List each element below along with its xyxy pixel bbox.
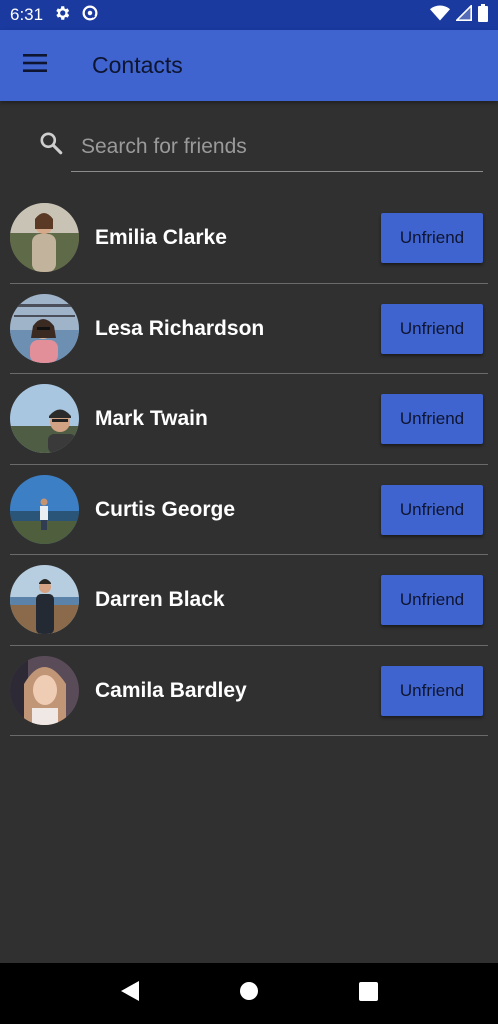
menu-button[interactable]: [0, 30, 70, 101]
battery-icon: [478, 3, 488, 27]
avatar: [10, 384, 79, 453]
contact-list: Emilia Clarke Unfriend Lesa Richardson U…: [0, 193, 498, 736]
contact-row: Camila Bardley Unfriend: [0, 646, 498, 737]
contact-row: Darren Black Unfriend: [0, 555, 498, 646]
contact-name: Lesa Richardson: [95, 316, 265, 340]
contact-row: Lesa Richardson Unfriend: [0, 284, 498, 375]
home-icon: [239, 981, 259, 1006]
page-title: Contacts: [92, 52, 183, 78]
status-bar: 6:31: [0, 0, 498, 30]
avatar: [10, 293, 79, 363]
contact-name: Darren Black: [95, 588, 225, 611]
search-bar: [0, 118, 498, 174]
avatar: [10, 655, 79, 725]
unfriend-button[interactable]: Unfriend: [381, 484, 483, 535]
avatar: [10, 203, 79, 272]
unfriend-button[interactable]: Unfriend: [381, 394, 483, 444]
signal-icon: [454, 3, 472, 26]
status-right: [430, 3, 488, 27]
contact-name: Camila Bardley: [95, 678, 247, 702]
recents-button[interactable]: [348, 974, 388, 1014]
unfriend-button[interactable]: Unfriend: [381, 213, 483, 263]
hamburger-menu-icon: [23, 54, 47, 77]
unfriend-button[interactable]: Unfriend: [381, 575, 483, 625]
contact-name: Emilia Clarke: [95, 226, 227, 249]
status-left: 6:31: [10, 4, 99, 27]
contact-row: Emilia Clarke Unfriend: [0, 193, 498, 284]
back-button[interactable]: [110, 974, 150, 1014]
contact-row: Mark Twain Unfriend: [0, 374, 498, 465]
home-button[interactable]: [229, 974, 269, 1014]
unfriend-button[interactable]: Unfriend: [381, 665, 483, 716]
app-bar: Contacts: [0, 30, 498, 101]
gear-icon: [53, 4, 71, 27]
contacts-screen: 6:31 Contacts Search for friends Emilia …: [0, 0, 498, 1024]
navigation-bar: [0, 963, 498, 1024]
unfriend-button[interactable]: Unfriend: [381, 303, 483, 354]
contact-name: Mark Twain: [95, 407, 208, 430]
recents-icon: [358, 981, 378, 1006]
avatar: [10, 565, 79, 634]
search-input[interactable]: [71, 122, 483, 172]
data-saver-icon: [81, 4, 99, 27]
contact-row: Curtis George Unfriend: [0, 465, 498, 556]
search-icon: [38, 130, 64, 161]
status-time: 6:31: [10, 5, 44, 24]
contact-name: Curtis George: [95, 497, 236, 521]
avatar: [10, 474, 79, 544]
wifi-icon: [430, 5, 450, 26]
back-icon: [120, 980, 140, 1007]
